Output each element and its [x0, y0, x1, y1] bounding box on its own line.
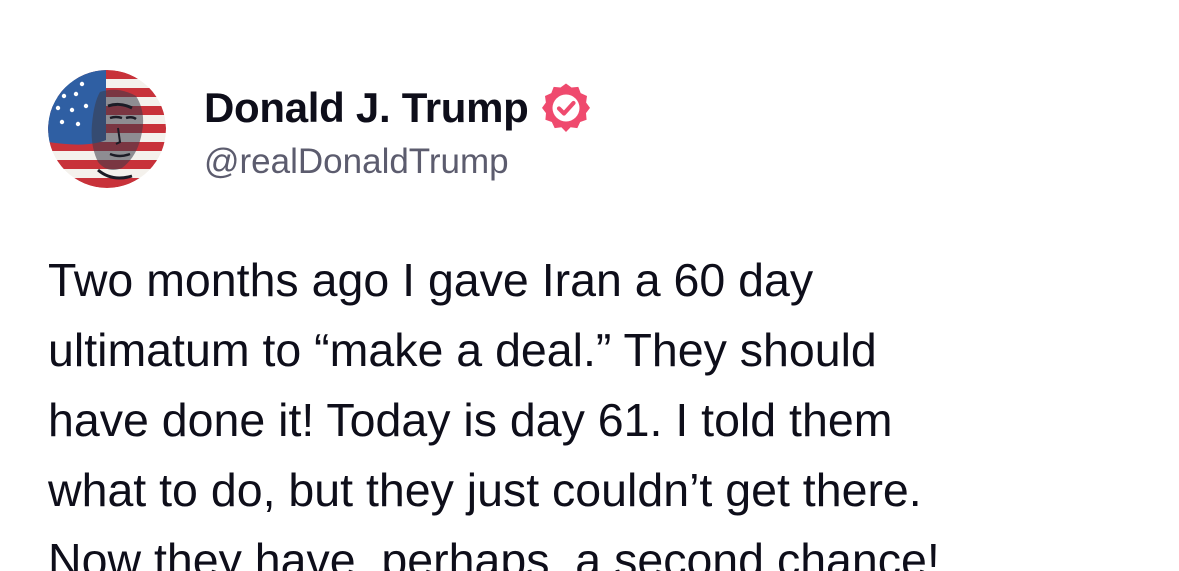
author-handle[interactable]: @realDonaldTrump	[204, 142, 591, 182]
post-body-line: have done it! Today is day 61. I told th…	[48, 394, 893, 446]
name-row: Donald J. Trump	[204, 80, 591, 136]
post-card: Donald J. Trump @realDonaldTrump Two mon…	[0, 0, 1179, 571]
post-header: Donald J. Trump @realDonaldTrump	[48, 70, 591, 188]
post-body-line: Now they have, perhaps, a second chance!	[48, 534, 940, 571]
avatar[interactable]	[48, 70, 166, 188]
post-body: Two months ago I gave Iran a 60 day ulti…	[48, 245, 1148, 571]
author-identity: Donald J. Trump @realDonaldTrump	[204, 80, 591, 182]
author-display-name[interactable]: Donald J. Trump	[204, 84, 529, 132]
post-body-line: what to do, but they just couldn’t get t…	[48, 464, 922, 516]
post-body-line: Two months ago I gave Iran a 60 day	[48, 254, 814, 306]
verified-badge-icon	[541, 83, 591, 133]
post-body-line: ultimatum to “make a deal.” They should	[48, 324, 877, 376]
avatar-image	[48, 70, 166, 188]
